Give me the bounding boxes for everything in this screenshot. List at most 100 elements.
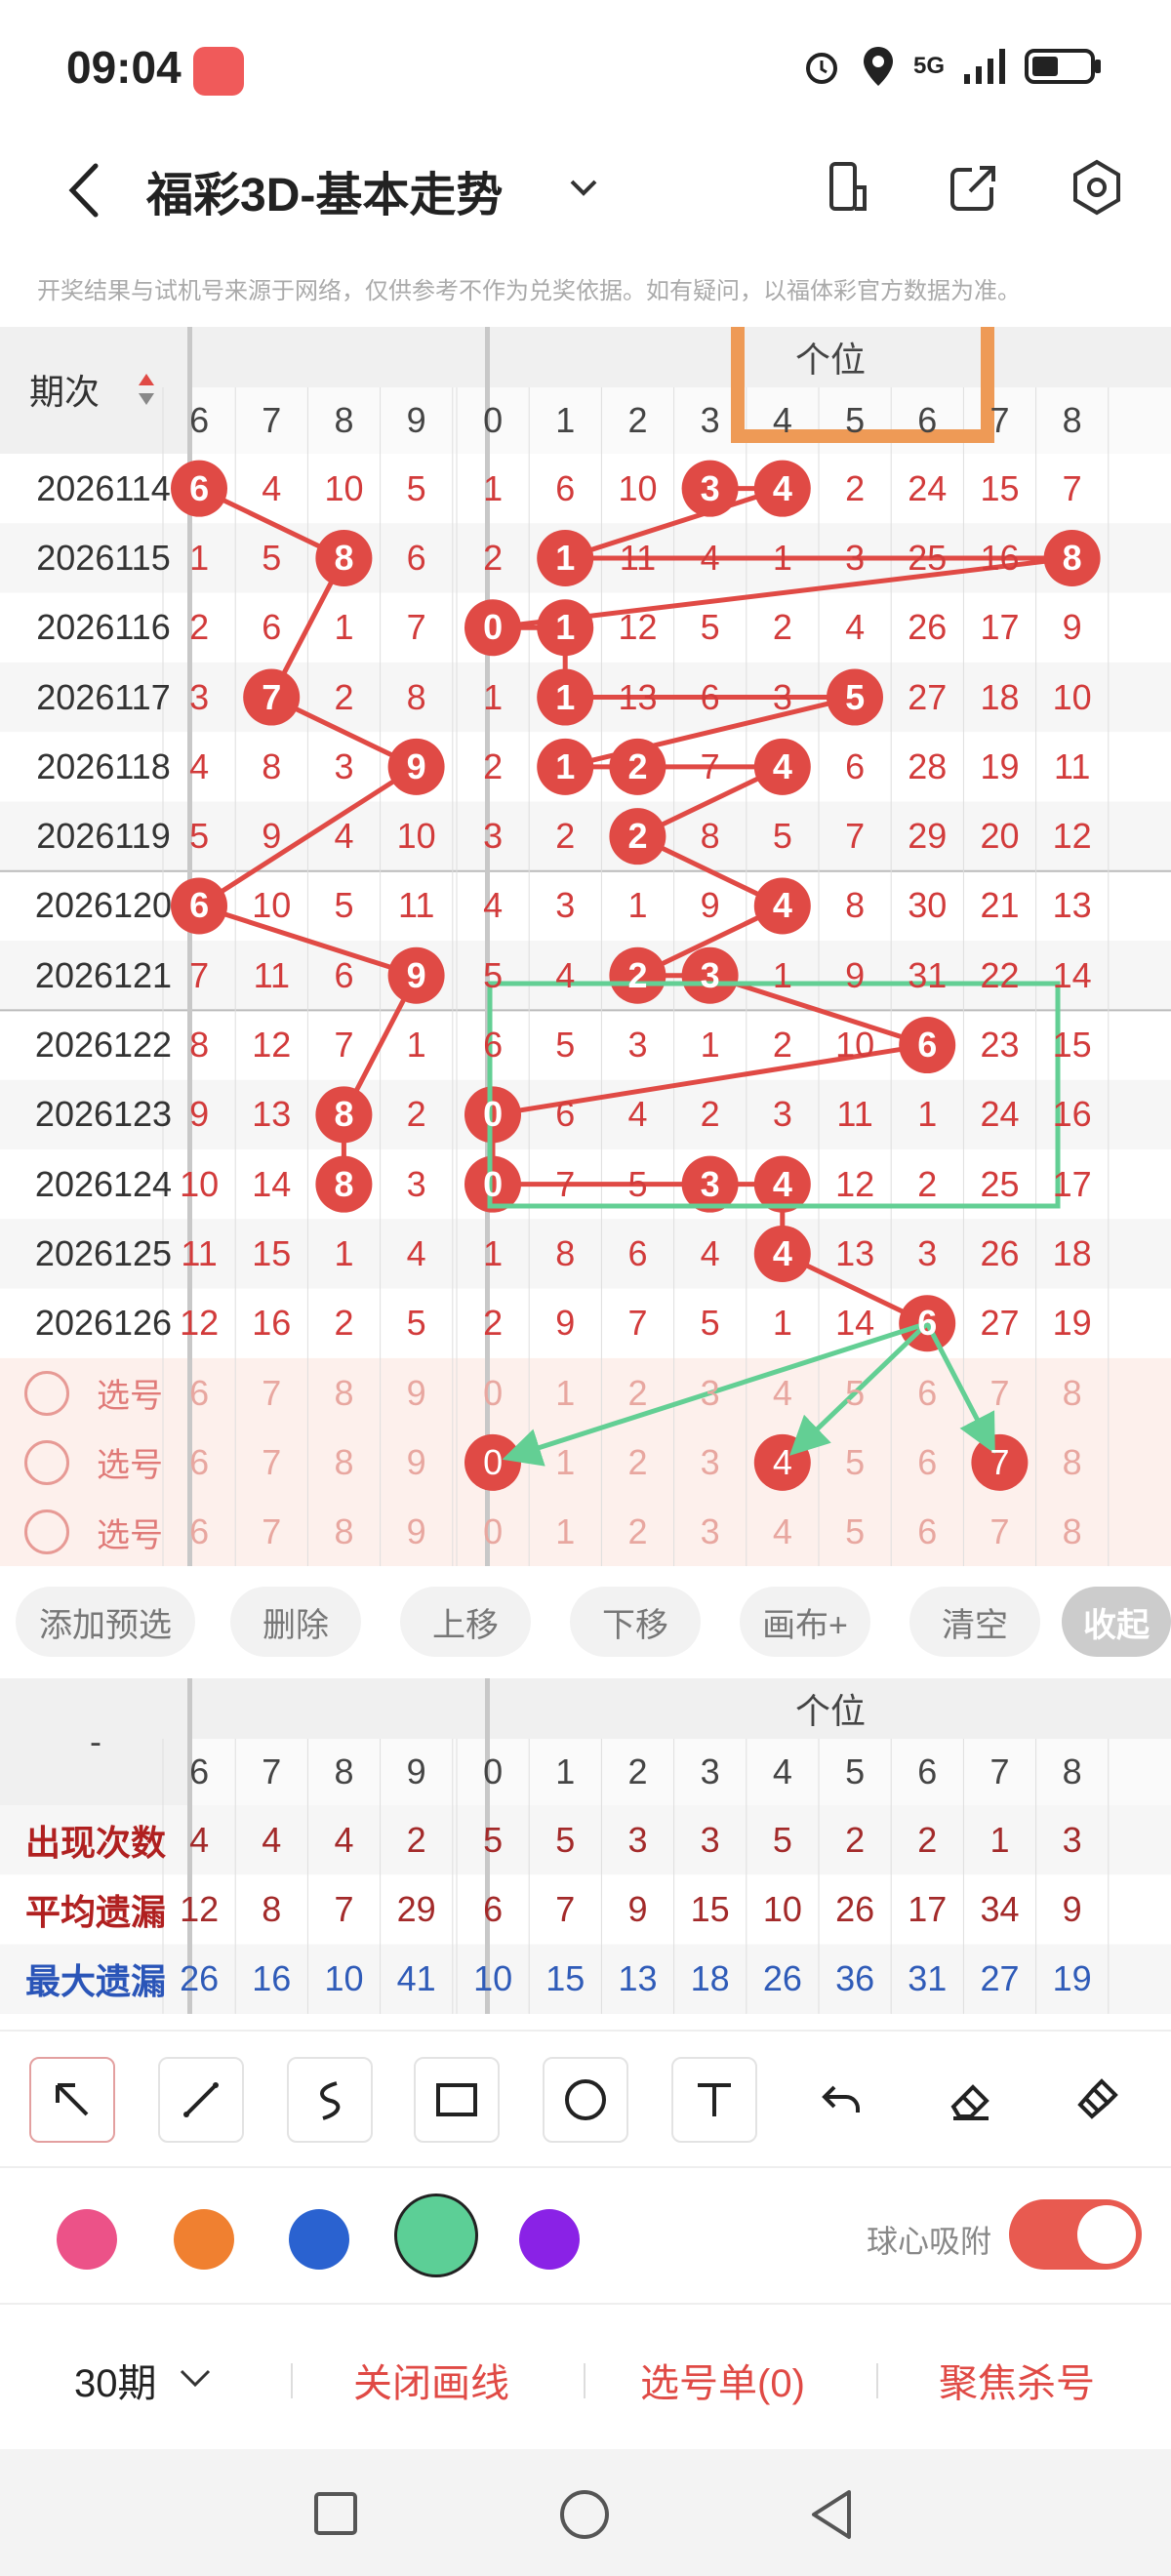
color-orange-swatch[interactable] — [174, 2209, 234, 2270]
omission-cell: 20 — [980, 816, 1020, 857]
select-cell[interactable]: 3 — [674, 1428, 747, 1497]
select-cell[interactable]: 7 — [963, 1358, 1035, 1428]
color-green-swatch[interactable] — [394, 2194, 478, 2277]
omission-cell: 1 — [483, 467, 504, 508]
select-cell[interactable]: 3 — [674, 1498, 747, 1567]
focus-kill-button[interactable]: 聚焦杀号 — [939, 2352, 1095, 2408]
select-cell[interactable]: 6 — [163, 1428, 235, 1497]
color-purple-swatch[interactable] — [519, 2209, 580, 2270]
select-cell[interactable]: 8 — [307, 1358, 380, 1428]
alarm-icon — [805, 53, 837, 84]
move-up-button[interactable]: 上移 — [400, 1587, 531, 1657]
sort-icon[interactable] — [137, 370, 156, 409]
select-cell[interactable]: 0 — [457, 1498, 529, 1567]
recents-icon[interactable] — [312, 2490, 359, 2537]
clear-button[interactable]: 清空 — [909, 1587, 1040, 1657]
back-triangle-icon[interactable] — [806, 2488, 857, 2541]
omission-cell: 1 — [627, 885, 648, 926]
select-cell[interactable]: 7 — [235, 1428, 307, 1497]
move-down-button[interactable]: 下移 — [570, 1587, 701, 1657]
select-cell[interactable]: 9 — [381, 1498, 453, 1567]
select-cell[interactable]: 4 — [747, 1358, 819, 1428]
select-cell[interactable]: 5 — [819, 1428, 891, 1497]
omission-cell: 15 — [252, 1232, 292, 1273]
select-cell[interactable]: 8 — [1036, 1358, 1109, 1428]
select-cell[interactable]: 6 — [163, 1358, 235, 1428]
omission-cell: 3 — [555, 885, 576, 926]
add-preselect-button[interactable]: 添加预选 — [16, 1587, 195, 1657]
action-button-row: 添加预选 删除 上移 下移 画布+ 清空 收起 — [0, 1571, 1171, 1673]
select-cell[interactable]: 7 — [963, 1498, 1035, 1567]
column-header: 1 — [555, 1751, 576, 1791]
select-cell[interactable]: 0 — [457, 1358, 529, 1428]
select-arrow-tool[interactable] — [29, 2057, 115, 2143]
color-blue-swatch[interactable] — [289, 2209, 349, 2270]
select-cell[interactable]: 1 — [529, 1498, 601, 1567]
select-cell[interactable]: 7 — [963, 1428, 1035, 1497]
select-cell[interactable]: 9 — [381, 1428, 453, 1497]
stats-cell: 3 — [627, 1819, 648, 1860]
undo-tool[interactable] — [798, 2057, 884, 2143]
select-cell[interactable]: 4 — [747, 1498, 819, 1567]
select-cell[interactable]: 8 — [1036, 1428, 1109, 1497]
select-cell[interactable]: 3 — [674, 1358, 747, 1428]
stats-cell: 5 — [555, 1819, 576, 1860]
select-cell[interactable]: 7 — [235, 1358, 307, 1428]
freehand-tool[interactable] — [287, 2057, 373, 2143]
select-row-radio[interactable] — [21, 1358, 72, 1428]
back-arrow-icon[interactable] — [57, 156, 115, 224]
phone-layout-icon[interactable] — [820, 158, 878, 217]
settings-icon[interactable] — [1068, 158, 1126, 217]
select-cell[interactable]: 5 — [819, 1358, 891, 1428]
select-row-radio[interactable] — [21, 1428, 72, 1497]
chevron-down-icon[interactable] — [176, 2363, 215, 2393]
drawn-ball: 6 — [189, 467, 210, 508]
delete-button[interactable]: 删除 — [230, 1587, 361, 1657]
eraser-tool[interactable] — [927, 2057, 1013, 2143]
pick-list-button[interactable]: 选号单(0) — [640, 2352, 805, 2408]
canvas-add-button[interactable]: 画布+ — [740, 1587, 870, 1657]
collapse-button[interactable]: 收起 — [1062, 1587, 1171, 1657]
select-cell[interactable]: 2 — [601, 1498, 673, 1567]
select-cell[interactable]: 1 — [529, 1428, 601, 1497]
select-cell[interactable]: 6 — [891, 1498, 963, 1567]
chevron-down-icon[interactable] — [564, 168, 603, 207]
select-cell[interactable]: 8 — [307, 1498, 380, 1567]
select-cell[interactable]: 2 — [601, 1358, 673, 1428]
close-lines-button[interactable]: 关闭画线 — [353, 2352, 509, 2408]
text-tool[interactable] — [671, 2057, 757, 2143]
page-title[interactable]: 福彩3D-基本走势 — [146, 156, 503, 224]
omission-cell: 10 — [396, 816, 436, 857]
stats-cell: 41 — [396, 1958, 436, 1999]
omission-cell: 25 — [908, 537, 948, 578]
select-cell[interactable]: 6 — [891, 1358, 963, 1428]
color-pink-swatch[interactable] — [57, 2209, 117, 2270]
omission-cell: 1 — [917, 1094, 938, 1135]
select-cell[interactable]: 1 — [529, 1358, 601, 1428]
select-cell[interactable]: 8 — [1036, 1498, 1109, 1567]
select-cell[interactable]: 4 — [747, 1428, 819, 1497]
select-cell[interactable]: 6 — [163, 1498, 235, 1567]
omission-cell: 7 — [555, 1163, 576, 1204]
select-cell[interactable]: 9 — [381, 1358, 453, 1428]
period-selector[interactable]: 30期 — [74, 2352, 157, 2408]
select-cell[interactable]: 0 — [457, 1428, 529, 1497]
rectangle-tool[interactable] — [414, 2057, 500, 2143]
select-row-radio[interactable] — [21, 1498, 72, 1567]
select-cell[interactable]: 2 — [601, 1428, 673, 1497]
select-cell[interactable]: 8 — [307, 1428, 380, 1497]
home-icon[interactable] — [558, 2488, 611, 2541]
share-icon[interactable] — [945, 158, 1003, 217]
snap-toggle[interactable] — [1009, 2199, 1142, 2270]
omission-cell: 2 — [406, 1094, 426, 1135]
line-tool[interactable] — [158, 2057, 244, 2143]
brush-clear-tool[interactable] — [1054, 2057, 1140, 2143]
select-cell[interactable]: 7 — [235, 1498, 307, 1567]
column-header: 3 — [700, 1751, 720, 1791]
select-cell[interactable]: 6 — [891, 1428, 963, 1497]
drawn-ball: 2 — [627, 954, 648, 995]
column-header: 2 — [627, 1751, 648, 1791]
omission-cell: 6 — [262, 607, 282, 648]
select-cell[interactable]: 5 — [819, 1498, 891, 1567]
circle-tool[interactable] — [543, 2057, 628, 2143]
